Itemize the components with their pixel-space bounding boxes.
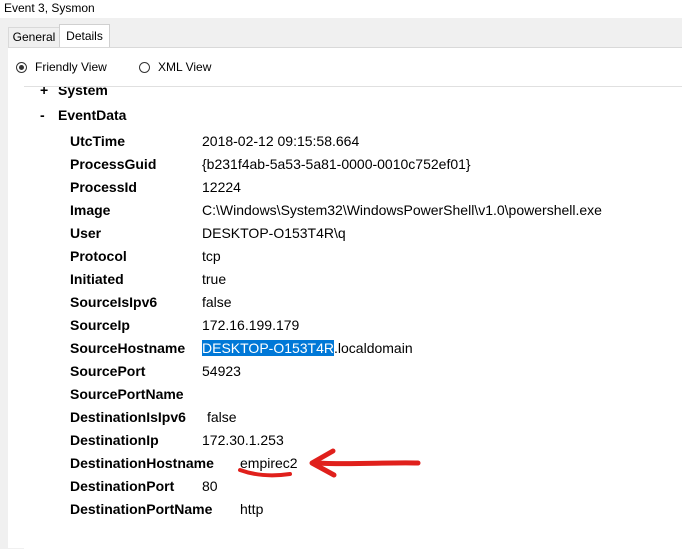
- field-key: SourcePortName: [70, 386, 184, 402]
- field-value: false: [207, 409, 237, 425]
- field-key: DestinationIp: [70, 432, 159, 448]
- field-key: SourceIp: [70, 317, 130, 333]
- field-value: C:\Windows\System32\WindowsPowerShell\v1…: [202, 202, 602, 218]
- field-key: DestinationHostname: [70, 455, 214, 471]
- section-eventdata-label: EventData: [58, 107, 127, 123]
- radio-checked-icon: [16, 61, 27, 73]
- tab-details[interactable]: Details: [59, 24, 110, 48]
- field-value: 2018-02-12 09:15:58.664: [202, 133, 360, 149]
- field-value: 12224: [202, 179, 241, 195]
- xml-view-label: XML View: [158, 60, 212, 74]
- field-key: DestinationPortName: [70, 501, 213, 517]
- window-title: Event 3, Sysmon: [0, 0, 682, 18]
- selected-text[interactable]: DESKTOP-O153T4R: [202, 340, 335, 356]
- tab-strip: General Details: [0, 18, 682, 48]
- field-value-source-hostname[interactable]: DESKTOP-O153T4R.localdomain: [202, 340, 413, 356]
- section-eventdata[interactable]: - EventData: [40, 107, 126, 123]
- field-value: 172.30.1.253: [202, 432, 284, 448]
- field-key: Protocol: [70, 248, 127, 264]
- tab-general[interactable]: General: [8, 27, 60, 47]
- field-value: DESKTOP-O153T4R\q: [202, 225, 346, 241]
- radio-unchecked-icon: [139, 61, 150, 73]
- expand-icon[interactable]: +: [40, 87, 58, 98]
- field-key: ProcessGuid: [70, 156, 157, 172]
- field-key: Image: [70, 202, 111, 218]
- field-key: Initiated: [70, 271, 124, 287]
- field-value: {b231f4ab-5a53-5a81-0000-0010c752ef01}: [202, 156, 471, 172]
- field-key: DestinationIsIpv6: [70, 409, 186, 425]
- xml-view-radio[interactable]: XML View: [139, 60, 211, 74]
- friendly-view-radio[interactable]: Friendly View: [16, 60, 107, 74]
- field-key: SourceIsIpv6: [70, 294, 158, 310]
- field-value: true: [202, 271, 227, 287]
- section-system[interactable]: + System: [40, 86, 108, 98]
- field-key: User: [70, 225, 102, 241]
- field-key: UtcTime: [70, 133, 125, 149]
- event-details-viewer[interactable]: + System - EventData UtcTime 2018-02-12 09…: [24, 86, 682, 549]
- field-value: 172.16.199.179: [202, 317, 300, 333]
- field-value: 54923: [202, 363, 241, 379]
- field-value: false: [202, 294, 232, 310]
- unselected-text: .localdomain: [334, 340, 413, 356]
- field-value: http: [240, 501, 264, 517]
- details-panel: Friendly View XML View + System - EventDat…: [8, 48, 682, 549]
- field-key: DestinationPort: [70, 478, 175, 494]
- field-key: SourceHostname: [70, 340, 186, 356]
- field-value: tcp: [202, 248, 221, 264]
- section-system-label: System: [58, 86, 108, 98]
- friendly-view-label: Friendly View: [35, 60, 107, 74]
- field-value: 80: [202, 478, 218, 494]
- field-value: empirec2: [240, 455, 298, 471]
- collapse-icon[interactable]: -: [40, 107, 58, 123]
- field-key: SourcePort: [70, 363, 146, 379]
- field-key: ProcessId: [70, 179, 137, 195]
